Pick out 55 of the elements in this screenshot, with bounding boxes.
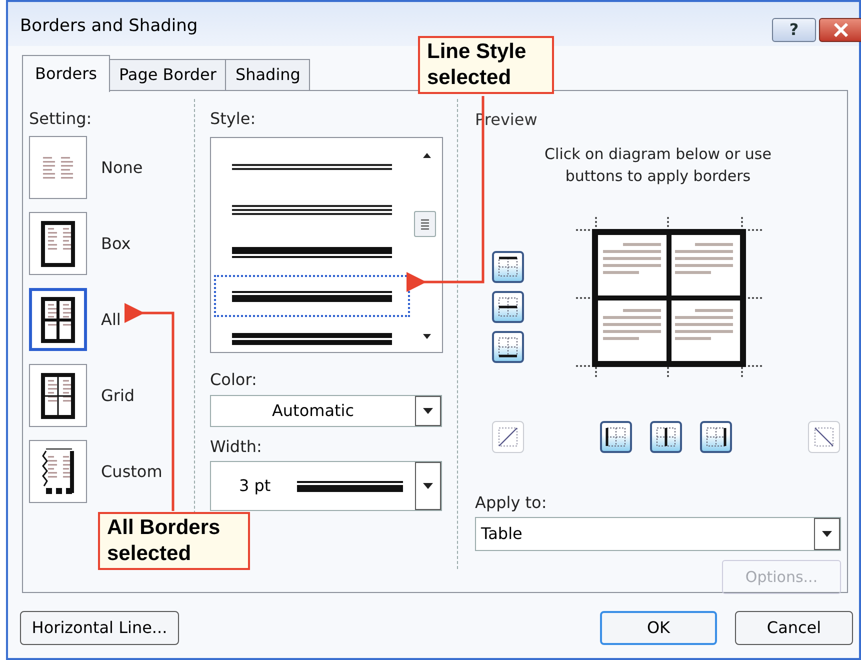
setting-option[interactable] xyxy=(29,212,87,275)
line-sample-icon xyxy=(232,246,392,260)
line-sample-icon xyxy=(296,479,403,493)
ok-button[interactable]: OK xyxy=(600,611,717,645)
border-toggle-button[interactable] xyxy=(492,331,524,363)
scroll-up-icon xyxy=(422,152,432,159)
border-toggle-button[interactable] xyxy=(600,421,632,453)
caret-icon xyxy=(422,482,434,490)
color-dropdown[interactable]: Automatic xyxy=(210,395,442,427)
caret-icon xyxy=(821,530,833,538)
setting-option-label: All xyxy=(101,308,121,330)
scroll-down-icon xyxy=(422,333,432,340)
setting-label: Setting: xyxy=(29,108,93,130)
close-button[interactable] xyxy=(819,18,861,42)
apply-to-label: Apply to: xyxy=(475,492,547,514)
width-label: Width: xyxy=(210,436,263,458)
preview-hint: Click on diagram below or use buttons to apply borders xyxy=(544,144,772,187)
line-sample-icon xyxy=(232,203,392,217)
callout-label: Line Style selected xyxy=(418,36,554,94)
cancel-button[interactable]: Cancel xyxy=(735,611,853,645)
tab[interactable]: Page Border xyxy=(108,59,226,91)
apply-to-dropdown[interactable]: Table xyxy=(475,517,841,551)
line-sample-icon xyxy=(232,332,392,346)
line-style-option[interactable] xyxy=(214,275,410,317)
line-sample-icon xyxy=(232,289,392,303)
scroll-thumb[interactable] xyxy=(414,211,436,237)
setting-option[interactable] xyxy=(29,364,87,427)
style-label: Style: xyxy=(210,108,257,130)
horizontal-line-button[interactable]: Horizontal Line... xyxy=(20,611,179,645)
setting-option[interactable] xyxy=(29,288,87,351)
width-dropdown[interactable]: 3 pt xyxy=(210,461,442,511)
color-label: Color: xyxy=(210,369,258,391)
dropdown-button[interactable] xyxy=(814,518,840,550)
text-lines-icon xyxy=(43,156,73,178)
border-toggle-button[interactable] xyxy=(650,421,682,453)
dropdown-button[interactable] xyxy=(415,462,441,510)
tab[interactable]: Shading xyxy=(225,59,310,91)
setting-option-label: None xyxy=(101,156,143,178)
line-style-list[interactable] xyxy=(210,137,443,353)
tab[interactable]: Borders xyxy=(22,55,110,92)
border-toggle-button[interactable] xyxy=(492,291,524,323)
setting-option-label: Grid xyxy=(101,384,135,406)
callout-label: All Borders selected xyxy=(98,512,250,570)
dropdown-button[interactable] xyxy=(415,396,441,426)
help-button[interactable]: ? xyxy=(772,18,816,42)
table-preview-drawing[interactable] xyxy=(576,217,762,379)
border-toggle-button[interactable] xyxy=(700,421,732,453)
caret-icon xyxy=(422,407,434,415)
setting-option-label: Custom xyxy=(101,460,162,482)
border-toggle-button[interactable] xyxy=(492,251,524,283)
setting-option-label: Box xyxy=(101,232,131,254)
close-icon xyxy=(833,23,849,37)
grip-icon xyxy=(420,218,430,230)
setting-option[interactable] xyxy=(29,440,87,503)
window-title: Borders and Shading xyxy=(20,15,198,38)
